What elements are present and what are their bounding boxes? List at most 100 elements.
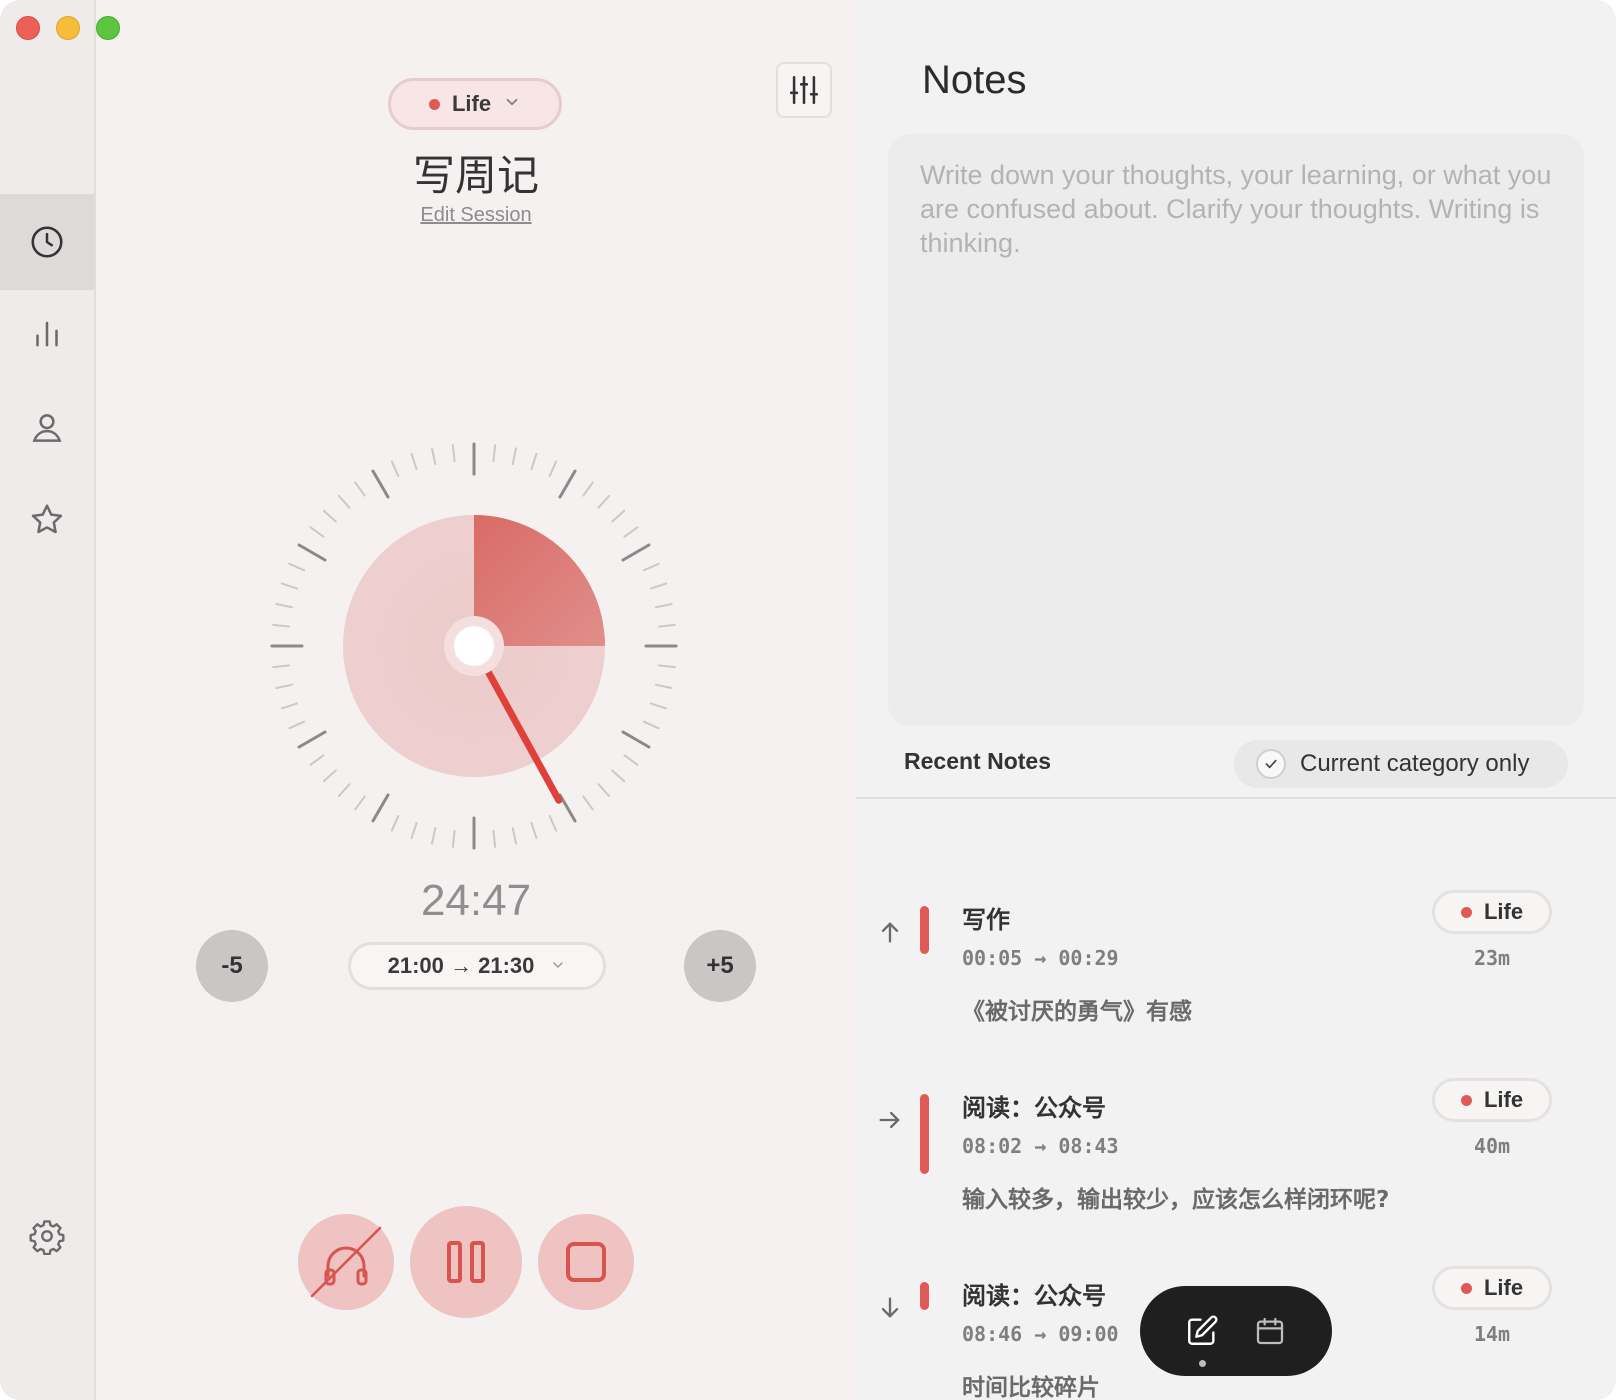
major-tick	[297, 730, 327, 749]
minor-tick	[642, 720, 660, 730]
minor-tick	[511, 447, 517, 466]
category-color-dot	[428, 98, 440, 110]
minor-tick	[654, 603, 673, 609]
minor-tick	[530, 821, 538, 840]
note-title: 阅读：公众号	[962, 1094, 1106, 1122]
minor-tick	[548, 814, 558, 832]
timer-pane: Life 写周记 Edit Session 24:47 -5 21:00 → 2…	[96, 0, 856, 1400]
sidebar-item-profile[interactable]	[0, 380, 94, 476]
major-tick	[558, 469, 577, 499]
note-item[interactable]: 阅读：公众号 08:02 → 08:43 输入较多，输出较少，应该怎么样闭环呢?…	[856, 1078, 1616, 1248]
major-tick	[297, 543, 327, 562]
minor-tick	[337, 494, 351, 509]
sidebar-item-timer[interactable]	[0, 194, 94, 290]
minor-tick	[597, 783, 611, 798]
compose-note-button[interactable]	[1185, 1314, 1219, 1367]
notes-pane: Notes Write down your thoughts, your lea…	[856, 0, 1616, 1400]
divider	[856, 797, 1616, 799]
sidebar-item-favorites[interactable]	[0, 472, 94, 568]
remaining-time: 24:47	[420, 876, 532, 925]
time-range-selector[interactable]: 21:00 → 21:30	[348, 942, 606, 990]
dial-knob[interactable]	[454, 626, 494, 666]
timer-settings-button[interactable]	[776, 62, 832, 118]
timer-dial[interactable]	[264, 436, 684, 856]
minor-tick	[649, 702, 668, 710]
minor-tick	[410, 452, 418, 471]
arrow-right-icon[interactable]	[876, 1106, 904, 1134]
minor-tick	[272, 623, 291, 628]
minor-tick	[322, 509, 337, 523]
minimize-window-button[interactable]	[56, 16, 80, 40]
minor-tick	[451, 444, 456, 463]
minor-tick	[642, 562, 660, 572]
bar-chart-icon	[36, 321, 58, 347]
note-duration: 14m	[1473, 1322, 1511, 1346]
checkmark-icon	[1256, 749, 1286, 779]
minor-tick	[410, 821, 418, 840]
note-text: 时间比较碎片	[962, 1375, 1100, 1400]
minor-tick	[431, 826, 437, 845]
gear-icon	[29, 1220, 65, 1255]
minor-tick	[611, 509, 626, 523]
edit-session-link[interactable]: Edit Session	[96, 204, 856, 227]
filter-label: Current category only	[1300, 750, 1530, 777]
decrement-button[interactable]: -5	[196, 930, 268, 1002]
calendar-button[interactable]	[1253, 1314, 1287, 1348]
minor-tick	[597, 494, 611, 509]
minor-tick	[431, 447, 437, 466]
stop-button[interactable]	[538, 1214, 634, 1310]
session-title: 写周记	[412, 151, 539, 200]
note-category-badge: Life	[1432, 1078, 1552, 1122]
note-text: 输入较多，输出较少，应该怎么样闭环呢?	[962, 1187, 1390, 1213]
current-category-filter[interactable]: Current category only	[1234, 740, 1568, 788]
settings-button[interactable]	[0, 1188, 94, 1284]
minor-tick	[492, 829, 497, 848]
minor-tick	[548, 460, 558, 478]
note-title: 写作	[962, 906, 1010, 934]
minor-tick	[623, 526, 639, 538]
note-time-range: 00:05 → 00:29	[962, 946, 1119, 970]
close-window-button[interactable]	[16, 16, 40, 40]
minor-tick	[288, 562, 306, 572]
sound-toggle-button[interactable]	[298, 1214, 394, 1310]
note-duration-bar	[920, 906, 929, 954]
note-category-badge: Life	[1432, 890, 1552, 934]
minor-tick	[275, 603, 294, 609]
minor-tick	[654, 683, 673, 689]
range-text: 21:00 → 21:30	[387, 953, 535, 978]
sidebar	[0, 0, 96, 1400]
category-selector[interactable]: Life	[388, 78, 562, 130]
minor-tick	[275, 683, 294, 689]
note-time-range: 08:46 → 09:00	[962, 1322, 1119, 1346]
category-color-dot	[1460, 1282, 1472, 1294]
notes-title: Notes	[922, 58, 1027, 102]
minor-tick	[623, 754, 639, 766]
note-title: 阅读：公众号	[962, 1282, 1106, 1310]
notes-placeholder: Write down your thoughts, your learning,…	[920, 160, 1552, 258]
floating-toolbar	[1140, 1286, 1332, 1376]
pause-button[interactable]	[410, 1206, 522, 1318]
notes-input[interactable]: Write down your thoughts, your learning,…	[888, 134, 1584, 726]
calendar-icon	[1256, 1317, 1284, 1345]
sidebar-item-stats[interactable]	[0, 286, 94, 382]
minor-tick	[611, 769, 626, 783]
chevron-down-icon	[550, 953, 566, 979]
category-color-dot	[1460, 1094, 1472, 1106]
minor-tick	[657, 664, 676, 669]
person-icon	[32, 414, 62, 442]
arrow-down-icon[interactable]	[876, 1294, 904, 1322]
note-item[interactable]: 写作 00:05 → 00:29 《被讨厌的勇气》有感 Life 23m	[856, 890, 1616, 1060]
arrow-up-icon[interactable]	[876, 918, 904, 946]
major-tick	[558, 793, 577, 823]
sliders-icon	[789, 75, 819, 105]
maximize-window-button[interactable]	[96, 16, 120, 40]
chevron-down-icon	[503, 93, 521, 116]
window-controls	[16, 16, 120, 40]
pause-icon	[447, 1241, 485, 1283]
note-time-range: 08:02 → 08:43	[962, 1134, 1119, 1158]
active-indicator	[1199, 1360, 1206, 1367]
note-category-badge: Life	[1432, 1266, 1552, 1310]
minor-tick	[492, 444, 497, 463]
increment-button[interactable]: +5	[684, 930, 756, 1002]
minor-tick	[511, 826, 517, 845]
